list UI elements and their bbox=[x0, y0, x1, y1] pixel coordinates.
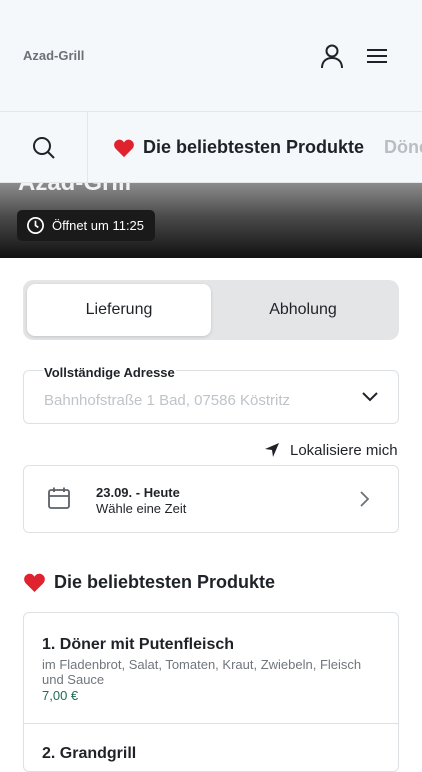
chevron-down-icon bbox=[362, 392, 378, 402]
time-selector[interactable]: 23.09. - Heute Wähle eine Zeit bbox=[23, 465, 399, 533]
restaurant-title: Azad-Grill bbox=[18, 183, 131, 197]
section-title: Die beliebtesten Produkte bbox=[23, 572, 275, 593]
opening-status-badge: Öffnet um 11:25 bbox=[17, 210, 156, 241]
tab-popular-products[interactable]: Die beliebtesten Produkte bbox=[113, 112, 365, 182]
restaurant-hero: Azad-Grill Öffnet um 11:25 bbox=[0, 183, 422, 258]
menu-icon bbox=[367, 49, 387, 63]
locate-me-button[interactable]: Lokalisiere mich bbox=[264, 440, 398, 460]
navigation-arrow-icon bbox=[265, 443, 279, 457]
delivery-mode-toggle: Lieferung Abholung bbox=[23, 280, 399, 340]
user-icon bbox=[321, 44, 343, 69]
locate-me-label: Lokalisiere mich bbox=[290, 441, 398, 459]
calendar-icon bbox=[48, 487, 70, 509]
address-placeholder: Bahnhofstraße 1 Bad, 07586 Köstritz bbox=[44, 392, 290, 409]
product-description: im Fladenbrot, Salat, Tomaten, Kraut, Zw… bbox=[42, 657, 362, 687]
selected-date: 23.09. - Heute bbox=[96, 485, 180, 500]
opening-status-text: Öffnet um 11:25 bbox=[52, 218, 145, 233]
heart-icon bbox=[24, 573, 45, 593]
pickup-option-button[interactable]: Abholung bbox=[211, 284, 395, 336]
tab-doener[interactable]: Döner bbox=[384, 112, 422, 182]
category-bar: Die beliebtesten Produkte Döner bbox=[0, 112, 422, 183]
brand-name[interactable]: Azad-Grill bbox=[23, 48, 84, 63]
chevron-right-icon bbox=[360, 491, 370, 507]
choose-time-hint: Wähle eine Zeit bbox=[96, 501, 187, 516]
menu-button[interactable] bbox=[364, 44, 390, 68]
clock-icon bbox=[27, 217, 44, 234]
delivery-option-button[interactable]: Lieferung bbox=[27, 284, 211, 336]
tab-popular-label: Die beliebtesten Produkte bbox=[143, 137, 365, 157]
section-title-text: Die beliebtesten Produkte bbox=[54, 572, 276, 592]
user-account-button[interactable] bbox=[318, 42, 346, 70]
product-name: 1. Döner mit Putenfleisch bbox=[42, 636, 235, 653]
divider bbox=[24, 723, 398, 724]
tab-doener-label: Döner bbox=[384, 137, 422, 157]
search-icon bbox=[32, 136, 55, 159]
product-item[interactable]: 1. Döner mit Putenfleisch im Fladenbrot,… bbox=[24, 635, 398, 703]
product-price: 7,00 € bbox=[42, 688, 79, 703]
product-list: 1. Döner mit Putenfleisch im Fladenbrot,… bbox=[23, 612, 399, 772]
product-name: 2. Grandgrill bbox=[42, 745, 137, 762]
address-label: Vollständige Adresse bbox=[43, 365, 176, 380]
top-bar: Azad-Grill bbox=[0, 0, 422, 112]
search-button[interactable] bbox=[0, 112, 88, 182]
heart-icon bbox=[114, 139, 134, 157]
product-item[interactable]: 2. Grandgrill bbox=[24, 744, 398, 764]
